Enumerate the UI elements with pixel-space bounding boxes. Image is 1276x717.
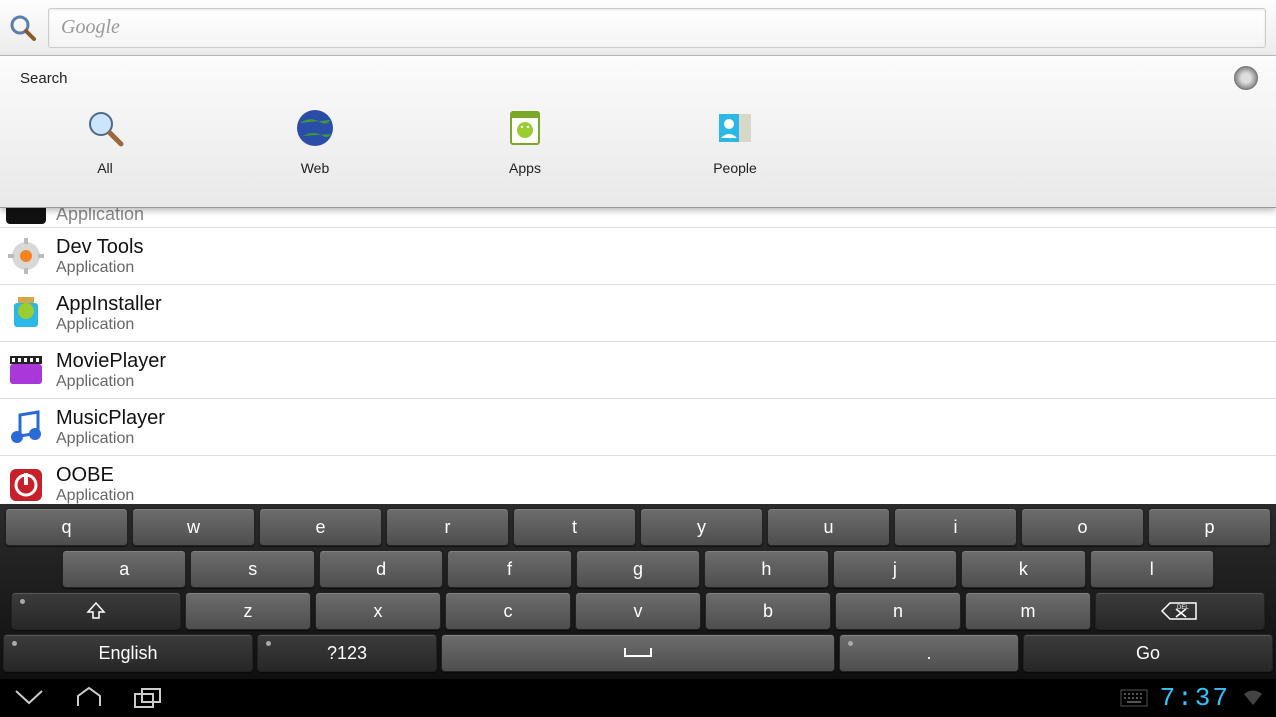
key-b[interactable]: b [705, 592, 831, 630]
key-y[interactable]: y [640, 508, 763, 546]
music-icon [6, 407, 46, 447]
item-title: MusicPlayer [56, 407, 165, 430]
settings-gear-icon[interactable] [1234, 66, 1258, 90]
app-icon [6, 208, 46, 224]
svg-text:DEL: DEL [1177, 605, 1189, 611]
system-nav-bar: 7:37 [0, 679, 1276, 717]
key-k[interactable]: k [961, 550, 1085, 588]
key-g[interactable]: g [576, 550, 700, 588]
item-subtitle: Application [56, 373, 166, 391]
key-q[interactable]: q [5, 508, 128, 546]
category-all[interactable]: All [0, 102, 210, 182]
recent-apps-icon[interactable] [132, 686, 164, 710]
list-item[interactable]: MusicPlayer Application [0, 399, 1276, 456]
list-item[interactable]: Dev Tools Application [0, 228, 1276, 285]
hide-keyboard-icon[interactable] [12, 687, 46, 709]
category-label: Apps [509, 160, 541, 176]
item-subtitle: Application [56, 430, 165, 448]
item-title: Dev Tools [56, 236, 143, 259]
key-j[interactable]: j [833, 550, 957, 588]
key-c[interactable]: c [445, 592, 571, 630]
search-icon[interactable] [0, 13, 46, 43]
results-list: Application Dev Tools Application AppIns… [0, 208, 1276, 504]
key-t[interactable]: t [513, 508, 636, 546]
key-f[interactable]: f [447, 550, 571, 588]
key-m[interactable]: m [965, 592, 1091, 630]
item-title: OOBE [56, 464, 134, 487]
key-language[interactable]: English [3, 634, 253, 672]
search-category-panel: Search All Web [0, 56, 1276, 208]
wifi-icon [1242, 689, 1264, 707]
category-people[interactable]: People [630, 102, 840, 182]
key-shift[interactable] [11, 592, 181, 630]
key-go[interactable]: Go [1023, 634, 1273, 672]
android-icon [505, 108, 545, 148]
search-input[interactable] [48, 8, 1266, 48]
key-u[interactable]: u [767, 508, 890, 546]
key-a[interactable]: a [62, 550, 186, 588]
category-apps[interactable]: Apps [420, 102, 630, 182]
item-subtitle: Application [56, 259, 143, 277]
key-i[interactable]: i [894, 508, 1017, 546]
keyboard-indicator-icon[interactable] [1120, 689, 1148, 707]
list-item[interactable]: MoviePlayer Application [0, 342, 1276, 399]
people-icon [715, 108, 755, 148]
item-title: AppInstaller [56, 293, 162, 316]
status-clock: 7:37 [1160, 683, 1230, 713]
category-label: People [713, 160, 757, 176]
power-icon [6, 465, 46, 505]
search-bar [0, 0, 1276, 56]
item-title: MoviePlayer [56, 350, 166, 373]
key-delete[interactable]: DEL [1095, 592, 1265, 630]
key-p[interactable]: p [1148, 508, 1271, 546]
list-item[interactable]: OOBE Application [0, 456, 1276, 504]
gear-icon [6, 236, 46, 276]
key-r[interactable]: r [386, 508, 509, 546]
list-item[interactable]: Application [0, 208, 1276, 228]
home-icon[interactable] [74, 686, 104, 710]
panel-title: Search [20, 70, 68, 87]
movie-icon [6, 350, 46, 390]
on-screen-keyboard: qwertyuiop asdfghjkl zxcvbnmDEL English … [0, 504, 1276, 679]
key-w[interactable]: w [132, 508, 255, 546]
key-period[interactable]: . [839, 634, 1019, 672]
key-o[interactable]: o [1021, 508, 1144, 546]
category-web[interactable]: Web [210, 102, 420, 182]
category-label: All [97, 160, 113, 176]
android-icon [6, 293, 46, 333]
space-icon [623, 646, 653, 660]
item-subtitle: Application [56, 316, 162, 334]
key-d[interactable]: d [319, 550, 443, 588]
globe-icon [295, 108, 335, 148]
key-e[interactable]: e [259, 508, 382, 546]
key-n[interactable]: n [835, 592, 961, 630]
key-h[interactable]: h [704, 550, 828, 588]
list-item[interactable]: AppInstaller Application [0, 285, 1276, 342]
key-z[interactable]: z [185, 592, 311, 630]
key-symbols[interactable]: ?123 [257, 634, 437, 672]
key-space[interactable] [441, 634, 835, 672]
key-x[interactable]: x [315, 592, 441, 630]
item-title: Application [56, 208, 144, 225]
key-v[interactable]: v [575, 592, 701, 630]
shift-icon [86, 601, 106, 621]
magnifier-icon [85, 108, 125, 148]
key-l[interactable]: l [1090, 550, 1214, 588]
key-s[interactable]: s [190, 550, 314, 588]
category-label: Web [301, 160, 330, 176]
item-subtitle: Application [56, 487, 134, 504]
backspace-icon: DEL [1160, 600, 1200, 622]
